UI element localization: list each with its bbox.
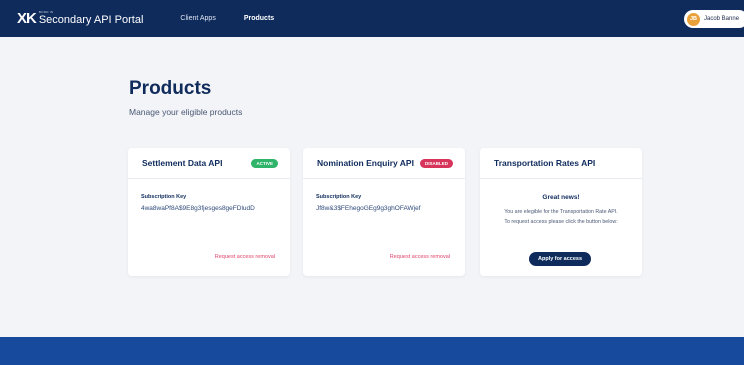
subscription-key-value: Jf8w&3$FEhegoGEg9g3ghOFAWjef [316, 205, 421, 212]
user-name: Jacob Banne [704, 16, 740, 22]
status-badge: ACTIVE [251, 158, 278, 168]
avatar: JB [687, 12, 700, 26]
promo-text: To request access please click the butto… [504, 219, 618, 225]
nav-products[interactable]: Products [244, 15, 274, 22]
card-title: Settlement Data API [142, 158, 223, 168]
logo[interactable]: XK BOND IN Secondary API Portal [17, 0, 143, 37]
card-header: Nomination Enquiry API DISABLED [303, 148, 465, 179]
card-header: Transportation Rates API [480, 148, 642, 179]
request-access-removal-link[interactable]: Request access removal [215, 254, 275, 260]
subscription-key-label: Subscription Key [316, 194, 362, 200]
card-title: Transportation Rates API [494, 158, 596, 168]
top-navigation-bar: XK BOND IN Secondary API Portal Client A… [0, 0, 744, 37]
product-card-transportation: Transportation Rates API Great news! You… [480, 148, 642, 276]
promo-text: You are elegible for the Transportation … [504, 209, 618, 215]
page-title: Products [129, 78, 212, 99]
nav-client-apps[interactable]: Client Apps [180, 15, 215, 22]
promo-title: Great news! [542, 194, 580, 201]
app-title: Secondary API Portal [38, 14, 144, 26]
subscription-key-label: Subscription Key [141, 194, 187, 200]
status-badge: DISABLED [419, 158, 453, 168]
page-subtitle: Manage your eligible products [129, 107, 243, 117]
eligibility-message: Great news! You are elegible for the Tra… [480, 194, 642, 227]
logo-mark: XK [17, 10, 37, 27]
request-access-removal-link[interactable]: Request access removal [390, 254, 450, 260]
footer [0, 337, 744, 365]
card-header: Settlement Data API ACTIVE [128, 148, 290, 179]
apply-for-access-button[interactable]: Apply for access [529, 252, 591, 266]
user-menu[interactable]: JB Jacob Banne [684, 10, 744, 28]
subscription-key-value: 4wa8waPf8A$9E8g3fjesges8geFDludD [141, 205, 255, 212]
card-title: Nomination Enquiry API [317, 158, 414, 168]
product-card-nomination: Nomination Enquiry API DISABLED Subscrip… [303, 148, 465, 276]
main-nav: Client Apps Products [180, 15, 302, 22]
product-card-settlement: Settlement Data API ACTIVE Subscription … [128, 148, 290, 276]
